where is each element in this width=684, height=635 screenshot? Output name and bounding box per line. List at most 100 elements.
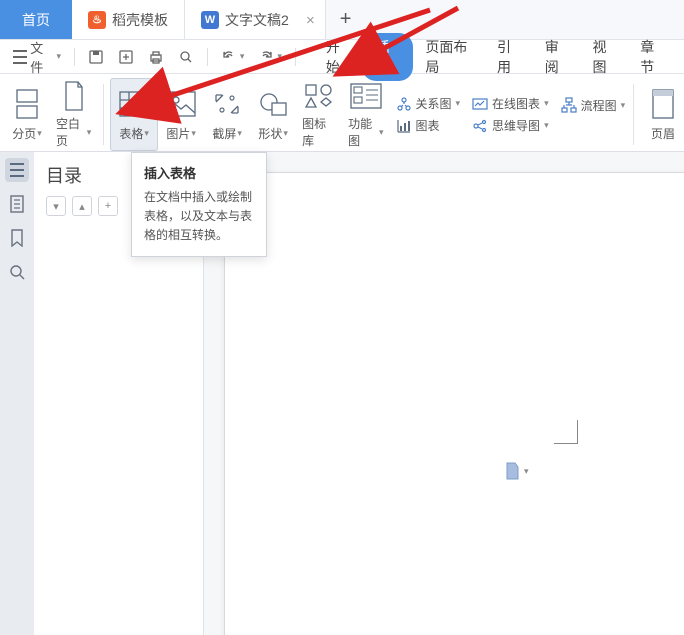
- label: 形状: [258, 125, 282, 142]
- insert-chart-button[interactable]: 图表: [396, 117, 461, 134]
- smartart-button[interactable]: 功能图▾: [342, 78, 389, 151]
- tab-review[interactable]: 审阅: [533, 31, 581, 83]
- ribbon-insert: 分页▾ 空白页▾ 表格▾ 图片▾ 截屏▾ 形状▾ 图标库 功能图▾ 关系图▾ 图…: [0, 74, 684, 152]
- undo-button[interactable]: ▾: [216, 46, 250, 68]
- table-icon: [117, 87, 151, 121]
- icon-library-icon: [302, 80, 336, 111]
- rail-bookmark-button[interactable]: [5, 226, 29, 250]
- header-footer-button[interactable]: 页眉: [640, 78, 680, 151]
- label: 图标库: [302, 115, 336, 149]
- picture-icon: [164, 87, 198, 121]
- ribbon-tabs: 开始 插入 页面布局 引用 审阅 视图 章节: [314, 31, 676, 83]
- tab-reference[interactable]: 引用: [485, 31, 533, 83]
- tooltip-body: 在文档中插入或绘制表格，以及文本与表格的相互转换。: [144, 188, 254, 246]
- flowchart-button[interactable]: 流程图▾: [561, 97, 626, 114]
- chevron-down-icon: ▾: [456, 98, 461, 109]
- tab-home[interactable]: 首页: [0, 0, 72, 39]
- new-tab-button[interactable]: +: [326, 8, 366, 31]
- separator: [633, 84, 634, 145]
- label: 在线图表: [492, 95, 540, 112]
- redo-button[interactable]: ▾: [253, 46, 287, 68]
- label: 图片: [166, 125, 190, 142]
- tab-docell-template[interactable]: ♨ 稻壳模板: [72, 0, 185, 39]
- rail-find-button[interactable]: [5, 260, 29, 284]
- print-preview-button[interactable]: [173, 46, 199, 68]
- online-diagram-group: 在线图表 ▾ 思维导图 ▾: [466, 78, 555, 151]
- header-footer-icon: [646, 87, 680, 121]
- page-canvas[interactable]: [224, 172, 684, 635]
- insert-picture-button[interactable]: 图片▾: [158, 78, 204, 151]
- separator: [207, 48, 208, 66]
- file-menu-label: 文件: [30, 38, 53, 76]
- label: 流程图: [581, 97, 617, 114]
- chevron-down-icon: ▾: [57, 51, 62, 62]
- chevron-down-icon: ▾: [277, 51, 282, 62]
- outline-collapse-button[interactable]: ▾: [46, 196, 66, 216]
- chevron-down-icon: ▾: [283, 128, 288, 139]
- outline-expand-button[interactable]: ▴: [72, 196, 92, 216]
- cursor-mark-icon: [554, 420, 578, 444]
- tab-chapter[interactable]: 章节: [628, 31, 676, 83]
- label: 空白页: [56, 115, 86, 149]
- label: 关系图: [416, 95, 452, 112]
- smartart-icon: [349, 80, 383, 111]
- tab-document[interactable]: W 文字文稿2 ×: [185, 0, 326, 39]
- insert-table-tooltip: 插入表格 在文档中插入或绘制表格，以及文本与表格的相互转换。: [131, 152, 267, 257]
- chevron-down-icon: ▾: [544, 120, 549, 131]
- page-break-button[interactable]: 分页▾: [4, 78, 50, 151]
- blank-page-button[interactable]: 空白页▾: [50, 78, 97, 151]
- tab-view[interactable]: 视图: [580, 31, 628, 83]
- shape-icon: [256, 87, 290, 121]
- menu-bar: 文件 ▾ ▾ ▾ 开始 插入 页面布局 引用 审阅 视图 章节: [0, 40, 684, 74]
- output-button[interactable]: [113, 46, 139, 68]
- chevron-down-icon: ▾: [240, 51, 245, 62]
- chevron-down-icon: ▾: [524, 466, 529, 477]
- icon-library-button[interactable]: 图标库: [296, 78, 342, 151]
- chevron-down-icon: ▾: [37, 128, 42, 139]
- relation-icon: [396, 96, 412, 112]
- workspace: 目录 ▾ ▴ + ▾: [0, 152, 684, 635]
- rail-outline-button[interactable]: [5, 158, 29, 182]
- tab-insert[interactable]: 插入: [362, 33, 414, 81]
- insert-table-button[interactable]: 表格▾: [110, 78, 158, 151]
- document-area[interactable]: ▾: [204, 152, 684, 635]
- separator: [74, 48, 75, 66]
- tab-label: 文字文稿2: [225, 10, 289, 30]
- left-rail: [0, 152, 34, 635]
- document-icon: [504, 462, 520, 480]
- tab-page-layout[interactable]: 页面布局: [413, 31, 485, 83]
- page-break-icon: [10, 87, 44, 121]
- separator: [103, 84, 104, 145]
- chevron-down-icon: ▾: [544, 98, 549, 109]
- chevron-down-icon: ▾: [237, 128, 242, 139]
- word-icon: W: [201, 11, 219, 29]
- online-chart-button[interactable]: 在线图表 ▾: [472, 95, 549, 112]
- insert-shape-button[interactable]: 形状▾: [250, 78, 296, 151]
- outline-add-button[interactable]: +: [98, 196, 118, 216]
- label: 图表: [416, 117, 440, 134]
- label: 表格: [119, 125, 143, 142]
- chevron-down-icon: ▾: [144, 128, 149, 139]
- flowchart-group: 流程图▾ .: [555, 78, 628, 151]
- screenshot-button[interactable]: 截屏▾: [204, 78, 250, 151]
- separator: [295, 48, 296, 66]
- rail-page-button[interactable]: [5, 192, 29, 216]
- fire-icon: ♨: [88, 11, 106, 29]
- tooltip-title: 插入表格: [144, 163, 254, 182]
- print-button[interactable]: [143, 46, 169, 68]
- floating-doc-icon[interactable]: ▾: [504, 462, 529, 480]
- close-icon[interactable]: ×: [306, 12, 315, 29]
- relation-diagram-button[interactable]: 关系图 ▾: [396, 95, 461, 112]
- chevron-down-icon: ▾: [87, 127, 92, 138]
- online-chart-icon: [472, 96, 488, 112]
- mindmap-button[interactable]: 思维导图 ▾: [472, 117, 549, 134]
- app-menu-button[interactable]: 文件 ▾: [8, 35, 66, 79]
- chart-icon: [396, 118, 412, 134]
- screenshot-icon: [210, 87, 244, 121]
- save-button[interactable]: [83, 46, 109, 68]
- tab-label: 稻壳模板: [112, 10, 168, 30]
- flowchart-icon: [561, 97, 577, 113]
- label: 思维导图: [492, 117, 540, 134]
- label: 截屏: [212, 125, 236, 142]
- label: 页眉: [651, 125, 675, 142]
